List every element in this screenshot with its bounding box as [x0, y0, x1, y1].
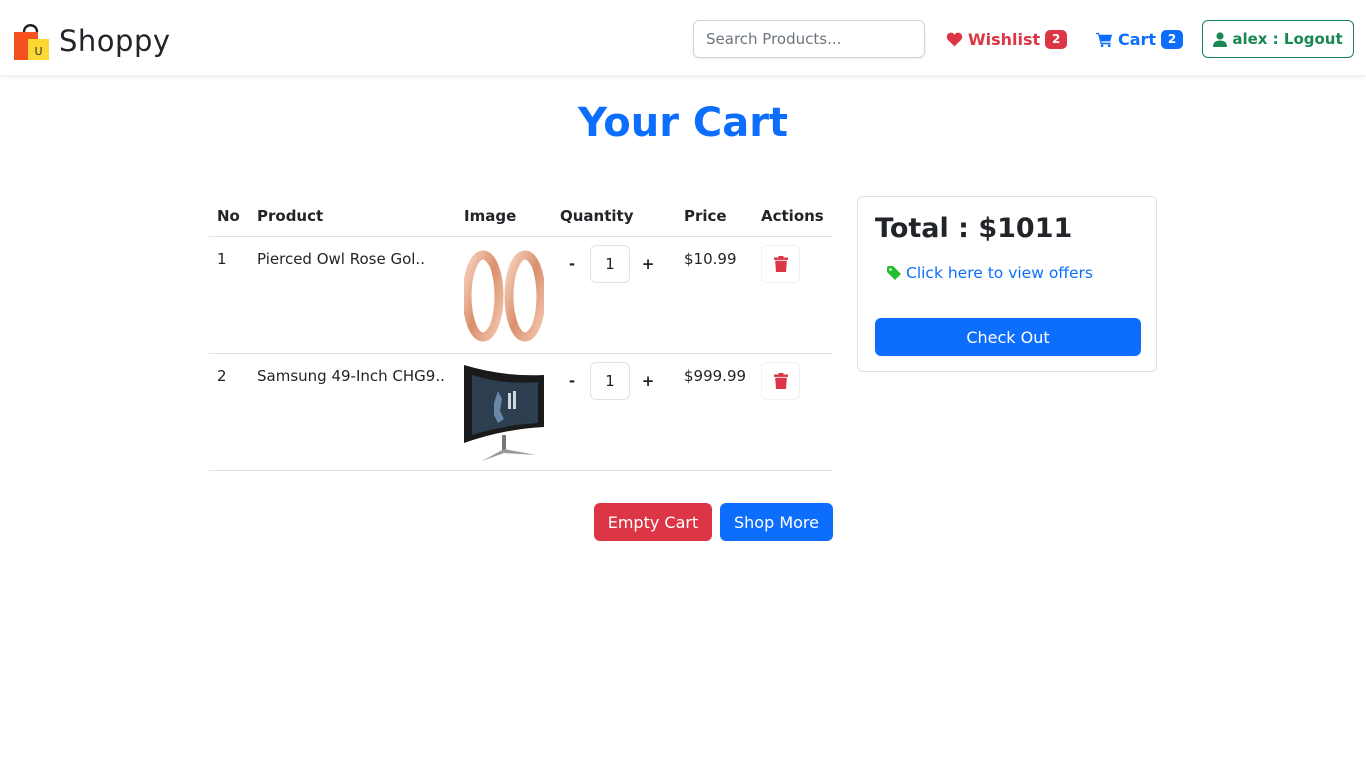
row-number: 2: [217, 367, 227, 385]
quantity-stepper: - +: [560, 245, 676, 283]
view-offers-link[interactable]: Click here to view offers: [887, 264, 1093, 282]
decrease-quantity-button[interactable]: -: [560, 245, 584, 283]
decrease-quantity-button[interactable]: -: [560, 362, 584, 400]
product-image-cell: [456, 237, 552, 353]
header-no: No: [217, 207, 240, 225]
actions-cell: [753, 354, 833, 470]
table-header: No Product Image Quantity Price Actions: [209, 196, 833, 237]
wishlist-count-badge: 2: [1045, 29, 1068, 49]
table-row: 2 Samsung 49-Inch CHG9.. - + $999.99: [209, 354, 833, 471]
delete-item-button[interactable]: [761, 362, 800, 400]
quantity-cell: - +: [552, 237, 676, 353]
logout-button[interactable]: alex : Logout: [1202, 20, 1354, 58]
rose-gold-rings-image[interactable]: [464, 246, 544, 346]
cart-count-badge: 2: [1161, 29, 1184, 49]
product-image-cell: [456, 354, 552, 470]
header-quantity: Quantity: [560, 207, 634, 225]
brand-name: Shoppy: [59, 24, 171, 58]
increase-quantity-button[interactable]: +: [636, 245, 660, 283]
cart-actions: Empty Cart Shop More: [594, 503, 833, 541]
trash-icon: [773, 373, 788, 389]
header-image: Image: [464, 207, 517, 225]
increase-quantity-button[interactable]: +: [636, 362, 660, 400]
table-row: 1 Pierced Owl Rose Gol.. - 1 + $10.99: [209, 237, 833, 354]
header-price: Price: [684, 207, 727, 225]
curved-monitor-image[interactable]: [464, 363, 544, 463]
header-actions: Actions: [761, 207, 824, 225]
product-price: $999.99: [684, 367, 747, 385]
search-input[interactable]: [693, 20, 925, 58]
trash-icon: [773, 256, 788, 272]
cart-link[interactable]: Cart 2: [1096, 27, 1184, 51]
wishlist-link[interactable]: Wishlist 2: [946, 27, 1068, 51]
navbar: U Shoppy Wishlist 2 Cart 2 alex : Logout: [0, 0, 1366, 75]
actions-cell: [753, 237, 833, 353]
header-product: Product: [257, 207, 324, 225]
view-offers-label: Click here to view offers: [906, 264, 1093, 282]
logout-label: alex : Logout: [1232, 30, 1343, 48]
product-price: $10.99: [684, 250, 737, 268]
quantity-cell: - +: [552, 354, 676, 470]
brand[interactable]: U Shoppy: [13, 20, 171, 62]
checkout-button[interactable]: Check Out: [875, 318, 1141, 356]
cart-icon: [1096, 32, 1113, 47]
product-name: Samsung 49-Inch CHG9..: [257, 367, 445, 385]
empty-cart-button[interactable]: Empty Cart: [594, 503, 712, 541]
shopping-bag-logo-icon: U: [14, 24, 49, 60]
quantity-stepper: - +: [560, 362, 676, 400]
cart-label: Cart: [1118, 29, 1157, 49]
quantity-input[interactable]: [590, 362, 630, 400]
cart-total: Total : $1011: [875, 213, 1073, 244]
logo-letter: U: [34, 45, 42, 58]
delete-item-button[interactable]: [761, 245, 800, 283]
page-title: Your Cart: [577, 100, 789, 146]
heart-icon: [946, 32, 963, 46]
wishlist-label: Wishlist: [968, 29, 1041, 49]
row-number: 1: [217, 250, 227, 268]
cart-table: No Product Image Quantity Price Actions …: [209, 196, 833, 471]
user-icon: [1213, 31, 1228, 47]
tag-icon: [887, 266, 901, 280]
product-name: Pierced Owl Rose Gol..: [257, 250, 425, 268]
shop-more-button[interactable]: Shop More: [720, 503, 833, 541]
quantity-input[interactable]: [590, 245, 630, 283]
cart-summary: Total : $1011 Click here to view offers …: [857, 196, 1157, 372]
